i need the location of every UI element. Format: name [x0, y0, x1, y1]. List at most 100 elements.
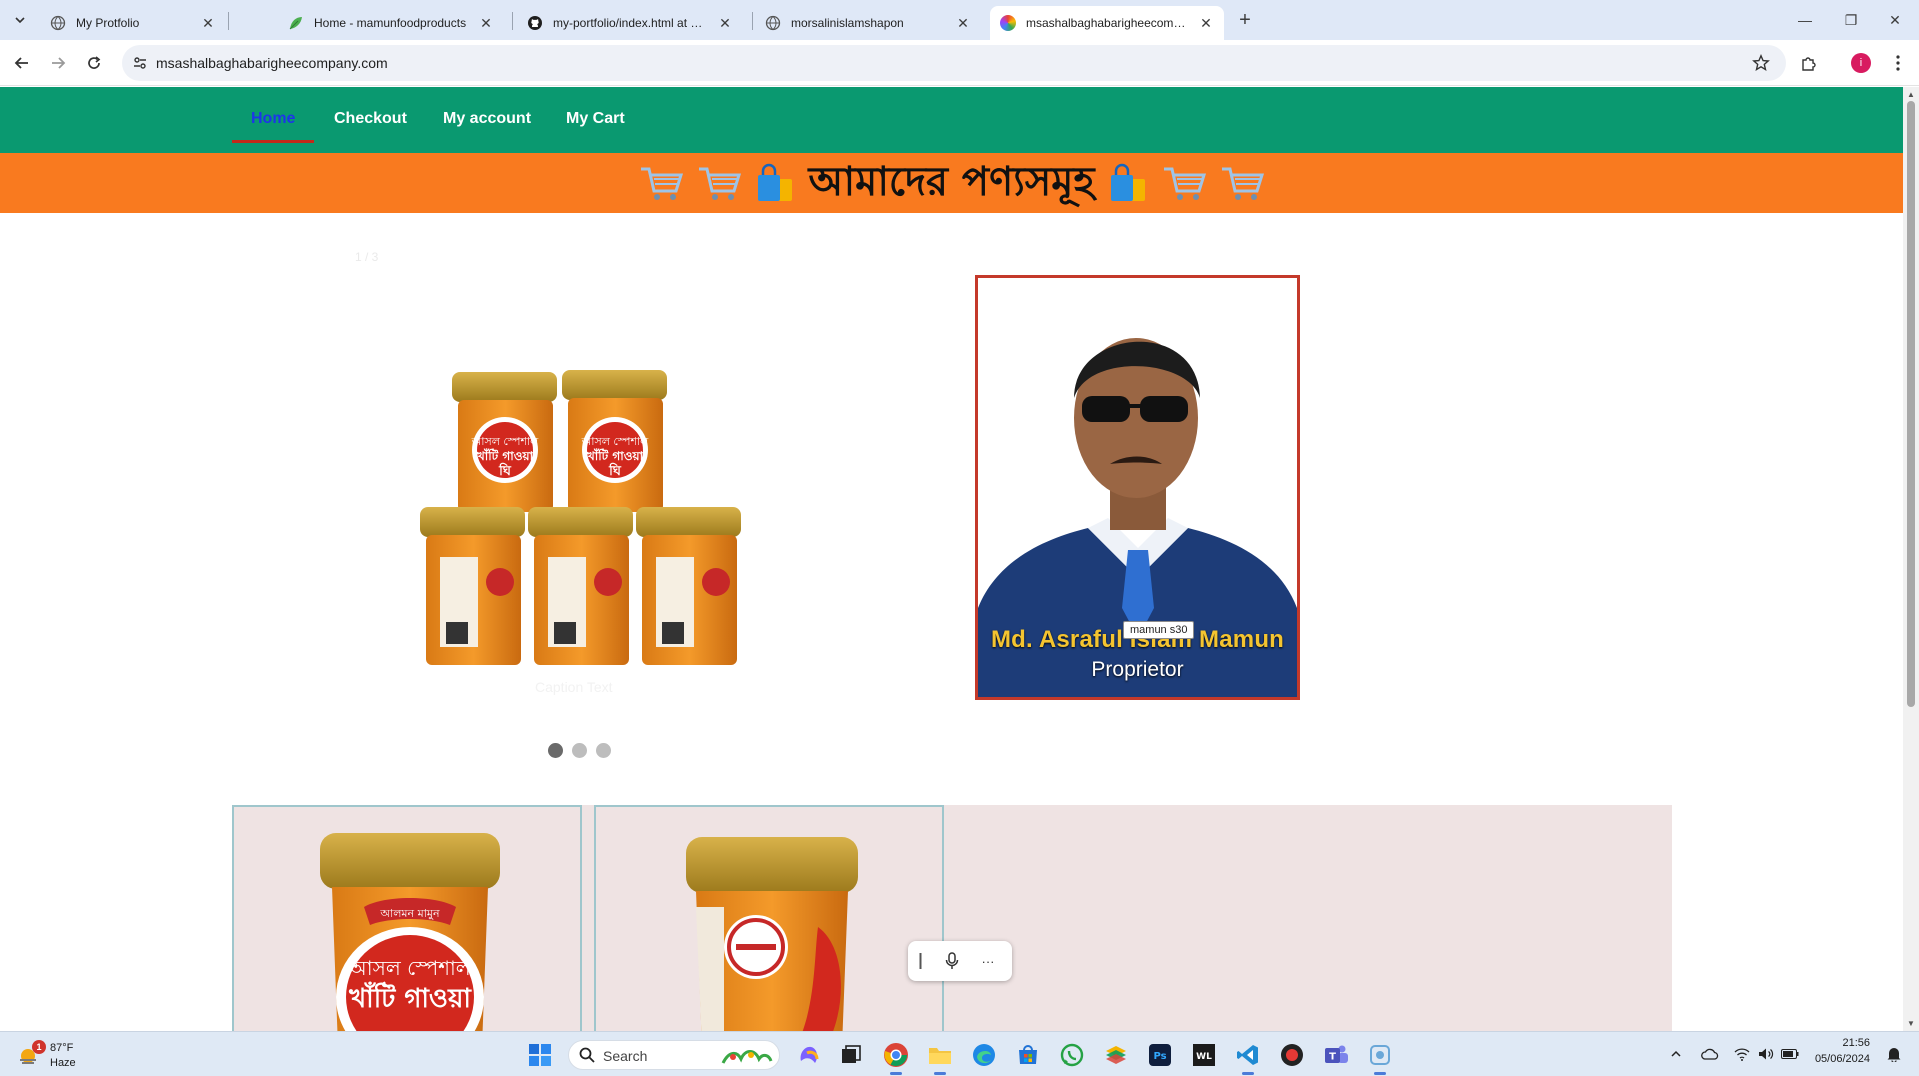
nav-my-account-link[interactable]: My account — [443, 110, 531, 128]
scroll-down-arrow-icon[interactable]: ▼ — [1907, 1019, 1915, 1028]
clock-date[interactable]: 05/06/2024 — [1800, 1053, 1870, 1065]
tab-title: Home - mamunfoodproducts — [314, 16, 467, 30]
browser-tab-active[interactable]: msashalbaghabarigheecompan ✕ — [990, 6, 1224, 40]
task-view-icon[interactable] — [836, 1040, 866, 1070]
tab-divider — [228, 12, 229, 30]
tab-close-icon[interactable]: ✕ — [717, 15, 733, 31]
teams-app-icon[interactable]: T — [1321, 1040, 1351, 1070]
carousel-dot[interactable] — [548, 743, 563, 758]
file-explorer-icon[interactable] — [925, 1040, 955, 1075]
layered-app-icon[interactable] — [1101, 1040, 1131, 1070]
active-app-indicator — [934, 1072, 946, 1075]
browser-tab-mamunfoodproducts[interactable]: Home - mamunfoodproducts ✕ — [278, 6, 504, 40]
screen-recorder-icon[interactable] — [1277, 1040, 1307, 1070]
notification-bell-icon[interactable] — [1884, 1044, 1904, 1064]
microphone-icon[interactable] — [940, 949, 964, 973]
tab-title: My Protfolio — [76, 16, 140, 30]
browser-toolbar: msashalbaghabarigheecompany.com i — [0, 40, 1919, 86]
slide-caption: Caption Text — [535, 679, 613, 695]
active-window-app-icon[interactable] — [1365, 1040, 1395, 1075]
weather-widget[interactable]: 1 87°F Haze — [18, 1038, 98, 1072]
url-text[interactable]: msashalbaghabarigheecompany.com — [156, 55, 388, 71]
shopping-cart-icon — [641, 167, 684, 200]
svg-text:Ps: Ps — [1153, 1051, 1166, 1062]
forward-arrow-icon[interactable] — [44, 49, 72, 77]
github-icon — [527, 15, 543, 31]
address-bar[interactable]: msashalbaghabarigheecompany.com — [122, 45, 1786, 81]
product-card[interactable]: আলমন মামুন আসল স্পেশাল খাঁটি গাওয়া — [232, 805, 582, 1031]
voice-typing-toolbar: ··· — [908, 941, 1012, 981]
browser-tab-strip: My Protfolio ✕ Home - mamunfoodproducts … — [0, 0, 1919, 40]
weather-notification-badge: 1 — [32, 1040, 46, 1054]
whatsapp-icon[interactable] — [1057, 1040, 1087, 1070]
ghee-jar-product-image: আলমন মামুন আসল স্পেশাল খাঁটি গাওয়া — [320, 833, 500, 1031]
browser-tab-morsalinislamshapon[interactable]: morsalinislamshapon ✕ — [755, 6, 981, 40]
tab-close-icon[interactable]: ✕ — [200, 15, 216, 31]
nav-home-link[interactable]: Home — [251, 110, 295, 128]
taskbar-search[interactable]: Search — [568, 1040, 780, 1070]
tab-search-chevron-icon[interactable] — [8, 8, 32, 32]
battery-icon[interactable] — [1780, 1044, 1800, 1064]
tab-title: msashalbaghabarigheecompan — [1026, 16, 1190, 30]
jar-label-line: ঘি — [498, 462, 512, 479]
temperature: 87°F — [50, 1042, 74, 1054]
scrollbar-thumb[interactable] — [1907, 101, 1915, 707]
minimize-button[interactable]: — — [1790, 6, 1820, 34]
carousel-dot[interactable] — [596, 743, 611, 758]
window-close-button[interactable]: ✕ — [1880, 6, 1910, 34]
product-grid: আলমন মামুন আসল স্পেশাল খাঁটি গাওয়া — [232, 805, 1672, 1031]
tab-close-icon[interactable]: ✕ — [955, 15, 971, 31]
back-arrow-icon[interactable] — [8, 49, 36, 77]
chrome-app-icon[interactable] — [881, 1040, 911, 1075]
word-app-icon[interactable]: WL — [1189, 1040, 1219, 1070]
drag-handle-icon[interactable] — [916, 949, 924, 973]
browser-tab-my-portfolio[interactable]: My Protfolio ✕ — [40, 6, 226, 40]
tab-close-icon[interactable]: ✕ — [478, 15, 494, 31]
reload-icon[interactable] — [80, 49, 108, 77]
globe-icon — [50, 15, 66, 31]
page-viewport: Home Checkout My account My Cart আমাদের … — [0, 87, 1903, 1031]
jar-label-line: খাঁটি গাওয়া — [586, 448, 644, 463]
active-app-indicator — [1374, 1072, 1386, 1075]
wifi-icon[interactable] — [1732, 1044, 1752, 1064]
ghee-jars-slide-image[interactable]: আসল স্পেশাল খাঁটি গাওয়া ঘি আসল স্পেশাল … — [410, 342, 755, 692]
show-hidden-icons-chevron-icon[interactable] — [1666, 1044, 1686, 1064]
extensions-puzzle-icon[interactable] — [1795, 49, 1823, 77]
bookmark-star-icon[interactable] — [1750, 52, 1772, 74]
shopping-cart-icon — [1163, 167, 1206, 200]
windows-start-icon[interactable] — [528, 1043, 552, 1067]
new-tab-button[interactable]: + — [1232, 7, 1258, 33]
shopping-cart-icon — [699, 167, 742, 200]
leaf-site-icon — [288, 15, 304, 31]
page-scrollbar[interactable]: ▲ ▼ — [1903, 87, 1919, 1031]
carousel-dots — [548, 743, 611, 758]
copilot-app-icon[interactable] — [794, 1040, 824, 1070]
browser-menu-kebab-icon[interactable] — [1884, 49, 1912, 77]
product-card[interactable] — [594, 805, 944, 1031]
weather-condition: Haze — [50, 1057, 76, 1069]
microsoft-store-icon[interactable] — [1013, 1040, 1043, 1070]
globe-icon — [765, 15, 781, 31]
ghee-jar-product-image — [686, 837, 858, 1031]
nav-checkout-link[interactable]: Checkout — [334, 110, 407, 128]
scroll-up-arrow-icon[interactable]: ▲ — [1907, 90, 1915, 99]
vscode-icon[interactable] — [1233, 1040, 1263, 1075]
edge-browser-icon[interactable] — [969, 1040, 999, 1070]
image-tooltip: mamun s30 — [1123, 621, 1195, 639]
browser-tab-github[interactable]: my-portfolio/index.html at mai ✕ — [517, 6, 743, 40]
onedrive-cloud-icon[interactable] — [1700, 1044, 1720, 1064]
volume-icon[interactable] — [1756, 1044, 1776, 1064]
restore-button[interactable]: ❐ — [1836, 6, 1866, 34]
profile-avatar[interactable]: i — [1847, 49, 1875, 77]
nav-my-cart-link[interactable]: My Cart — [566, 110, 625, 128]
shopping-bags-icon — [758, 163, 793, 201]
svg-text:WL: WL — [1196, 1052, 1212, 1062]
tab-divider — [752, 12, 753, 30]
site-settings-icon[interactable] — [130, 53, 150, 73]
clock-time[interactable]: 21:56 — [1800, 1037, 1870, 1049]
tab-close-icon[interactable]: ✕ — [1198, 15, 1214, 31]
more-options-button[interactable]: ··· — [974, 949, 1002, 973]
photoshop-icon[interactable]: Ps — [1145, 1040, 1175, 1070]
carousel-dot[interactable] — [572, 743, 587, 758]
product-brand-text: আলমন মামুন — [379, 907, 440, 920]
